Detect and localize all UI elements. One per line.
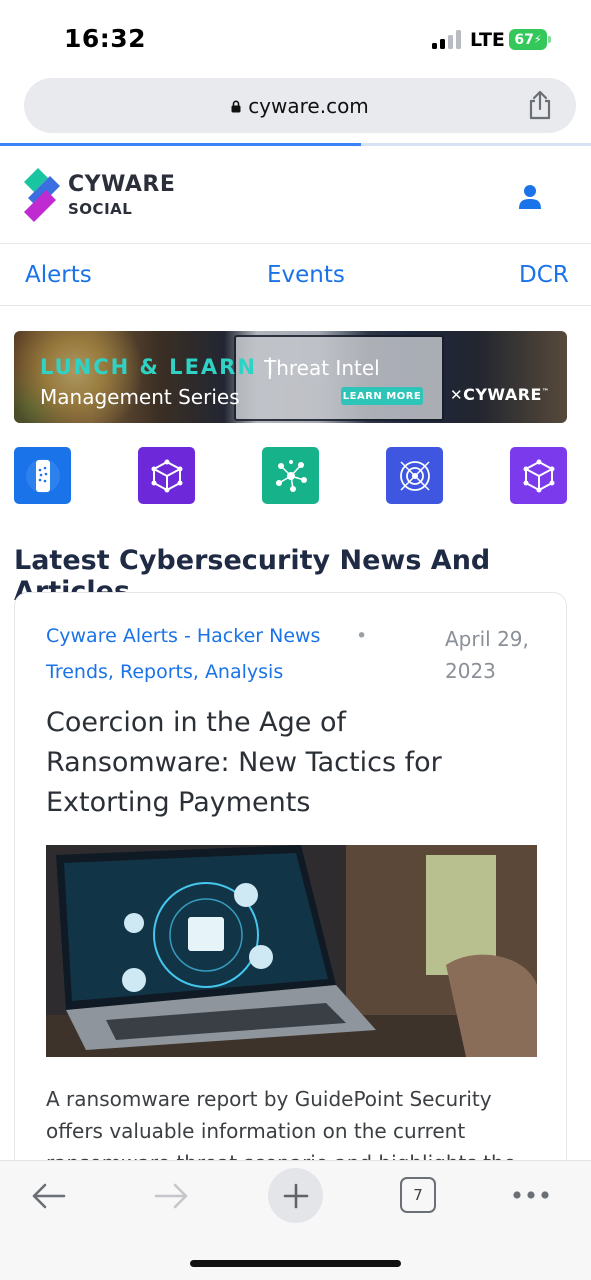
address-bar[interactable]: cyware.com xyxy=(24,78,576,133)
banner-heading: Threat Intel xyxy=(264,356,380,380)
home-indicator[interactable] xyxy=(190,1260,401,1267)
share-icon[interactable] xyxy=(526,90,554,120)
article-title[interactable]: Coercion in the Age of Ransomware: New T… xyxy=(46,703,536,823)
main-nav: Alerts Events DCR xyxy=(0,244,591,306)
user-account-icon[interactable] xyxy=(518,184,542,210)
banner-learn-more-button[interactable]: LEARN MORE xyxy=(341,387,423,405)
tab-count[interactable]: 7 xyxy=(400,1177,436,1213)
cube-network-icon[interactable] xyxy=(138,447,195,504)
cellular-signal-icon xyxy=(432,30,464,49)
status-bar: 16:32 LTE 67 ⚡ xyxy=(0,0,591,76)
cyware-logo-icon[interactable] xyxy=(22,168,62,222)
mobile-app-icon[interactable] xyxy=(14,447,71,504)
banner-brand-logo: ✕CYWARE™ xyxy=(450,385,550,404)
banner-heading-accent: LUNCH & LEARN | xyxy=(40,355,276,379)
status-time: 16:32 xyxy=(64,24,147,53)
cube-network-icon-2[interactable] xyxy=(510,447,567,504)
category-separator: • xyxy=(356,625,368,647)
logo-wordmark[interactable]: CYWARE xyxy=(68,172,175,197)
network-type-label: LTE xyxy=(470,29,505,51)
forward-arrow-icon[interactable] xyxy=(152,1179,192,1213)
category-link-alerts[interactable]: Cyware Alerts - Hacker News xyxy=(46,625,320,647)
new-tab-plus-icon[interactable] xyxy=(268,1168,323,1223)
tab-switcher-button[interactable]: 7 xyxy=(400,1177,436,1213)
nav-item-alerts[interactable]: Alerts xyxy=(25,262,92,288)
more-menu-icon[interactable] xyxy=(512,1187,550,1203)
shield-target-icon[interactable] xyxy=(386,447,443,504)
article-date: April 29, 2023 xyxy=(445,627,529,683)
back-arrow-icon[interactable] xyxy=(28,1179,68,1213)
url-text[interactable]: cyware.com xyxy=(248,94,369,118)
lock-icon xyxy=(231,100,241,113)
battery-percent: 67 xyxy=(514,31,534,48)
site-header: CYWARE SOCIAL xyxy=(0,146,591,244)
battery-icon: 67 ⚡ xyxy=(509,29,551,50)
nav-item-events[interactable]: Events xyxy=(267,262,345,288)
logo-subtitle[interactable]: SOCIAL xyxy=(68,200,132,218)
nav-item-dcr[interactable]: DCR xyxy=(519,262,569,288)
banner-subheading: Management Series xyxy=(40,385,240,409)
promo-banner[interactable]: LUNCH & LEARN | Threat Intel Management … xyxy=(14,331,567,423)
category-link-trends[interactable]: Trends, Reports, Analysis xyxy=(46,661,283,683)
article-image[interactable] xyxy=(46,845,537,1057)
dots-network-icon[interactable] xyxy=(262,447,319,504)
